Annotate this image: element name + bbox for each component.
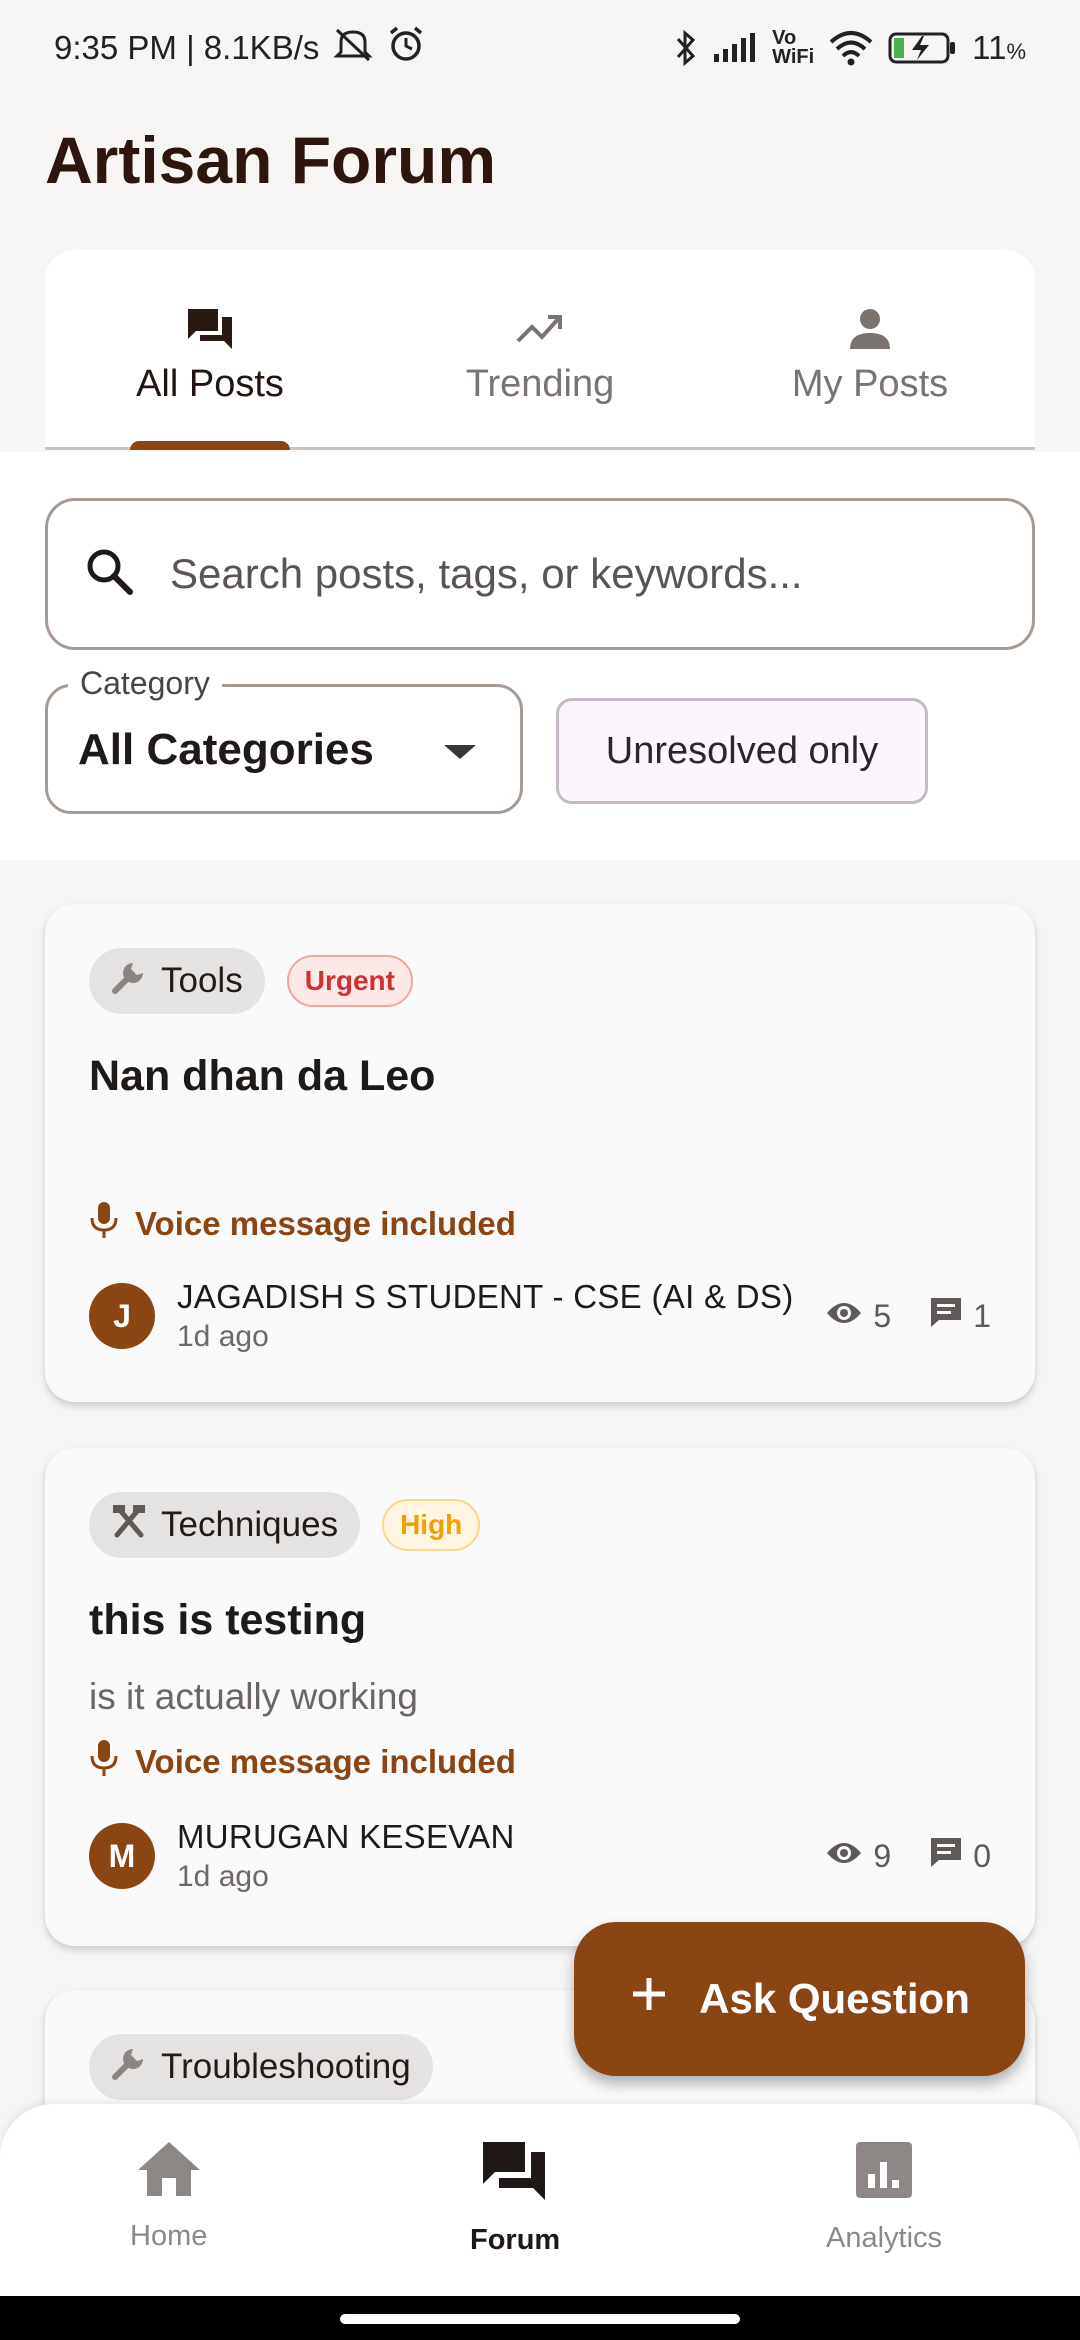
view-count: 5 [873, 1297, 892, 1334]
mic-icon [89, 1738, 119, 1786]
unresolved-only-chip[interactable]: Unresolved only [556, 698, 928, 804]
author-row: M MURUGAN KESEVAN 1d ago 9 0 [89, 1818, 991, 1894]
status-left: 9:35 PM | 8.1KB/s [54, 25, 425, 71]
author-info: MURUGAN KESEVAN 1d ago [177, 1818, 825, 1894]
voice-note: Voice message included [89, 1200, 516, 1248]
dropdown-arrow-icon [444, 745, 476, 759]
tab-all-posts[interactable]: All Posts [45, 250, 375, 450]
comment-count: 0 [973, 1837, 991, 1874]
plus-icon [629, 1974, 669, 2024]
bluetooth-icon [674, 28, 698, 68]
wrench-icon [109, 2043, 149, 2092]
home-indicator[interactable] [340, 2314, 740, 2324]
ask-question-label: Ask Question [699, 1975, 970, 2022]
post-card[interactable]: Techniques High this is testing is it ac… [45, 1448, 1035, 1946]
post-stats: 9 0 [825, 1836, 991, 1876]
voice-note-label: Voice message included [135, 1743, 516, 1780]
category-label: Category [68, 665, 222, 702]
nav-forum[interactable]: Forum [470, 2140, 560, 2257]
category-dropdown[interactable]: Category All Categories [45, 665, 523, 814]
category-chip: Tools [89, 948, 265, 1014]
post-title: Nan dhan da Leo [89, 1052, 436, 1100]
ask-question-button[interactable]: Ask Question [574, 1922, 1025, 2076]
view-count: 9 [873, 1837, 892, 1874]
post-tags: Troubleshooting [89, 2034, 433, 2100]
category-chip: Troubleshooting [89, 2034, 433, 2100]
avatar: J [89, 1283, 155, 1349]
post-time: 1d ago [177, 1860, 269, 1893]
priority-badge: High [382, 1499, 481, 1551]
search-placeholder: Search posts, tags, or keywords... [170, 550, 803, 597]
wifi-icon [828, 30, 874, 66]
category-chip-label: Troubleshooting [161, 2047, 411, 2086]
eye-icon [825, 1838, 863, 1875]
comment-icon [929, 1836, 963, 1876]
eye-icon [825, 1298, 863, 1335]
author-row: J JAGADISH S STUDENT - CSE (AI & DS) 1d … [89, 1278, 991, 1354]
author-name: JAGADISH S STUDENT - CSE (AI & DS) [177, 1278, 794, 1315]
trending-up-icon [514, 305, 566, 353]
page-title: Artisan Forum [45, 123, 497, 197]
post-stats: 5 1 [825, 1296, 991, 1336]
mute-icon [333, 26, 373, 70]
home-icon [136, 2140, 202, 2206]
category-value: All Categories [78, 725, 374, 774]
category-chip-label: Tools [161, 961, 243, 1000]
active-tab-indicator [130, 441, 290, 450]
nav-analytics[interactable]: Analytics [826, 2140, 942, 2255]
nav-label: Forum [470, 2224, 561, 2256]
voice-note-label: Voice message included [135, 1205, 516, 1242]
category-chip: Techniques [89, 1492, 361, 1558]
vowifi-icon: Vo WiFi [772, 27, 815, 68]
hammer-pick-icon [109, 1501, 149, 1550]
wrench-icon [109, 957, 149, 1006]
nav-label: Home [130, 2220, 208, 2252]
bottom-nav: Home Forum Analytics [0, 2104, 1080, 2296]
voice-note: Voice message included [89, 1738, 516, 1786]
tab-label: All Posts [136, 363, 284, 405]
time-and-speed: 9:35 PM | 8.1KB/s [54, 29, 320, 66]
category-chip-label: Techniques [161, 1505, 339, 1544]
nav-home[interactable]: Home [130, 2140, 207, 2253]
post-time: 1d ago [177, 1320, 269, 1353]
alarm-icon [387, 25, 425, 71]
search-input[interactable]: Search posts, tags, or keywords... [45, 498, 1035, 650]
analytics-icon [854, 2140, 914, 2208]
battery-icon [888, 30, 958, 66]
filter-panel: Search posts, tags, or keywords... Categ… [0, 452, 1080, 860]
forum-icon [184, 305, 236, 353]
post-body: is it actually working [89, 1676, 419, 1717]
battery-level: 11 % [972, 29, 1026, 66]
tab-trending[interactable]: Trending [375, 250, 705, 447]
status-right: Vo WiFi 11 % [674, 28, 1026, 68]
forum-icon [481, 2140, 549, 2210]
comment-count: 1 [973, 1297, 991, 1334]
avatar: M [89, 1823, 155, 1889]
post-tags: Tools Urgent [89, 948, 413, 1014]
post-tags: Techniques High [89, 1492, 481, 1558]
priority-badge: Urgent [286, 955, 413, 1007]
tab-bar: All Posts Trending My Posts [45, 250, 1035, 450]
search-icon [84, 546, 136, 603]
author-name: MURUGAN KESEVAN [177, 1818, 515, 1855]
tab-my-posts[interactable]: My Posts [705, 250, 1035, 447]
author-info: JAGADISH S STUDENT - CSE (AI & DS) 1d ag… [177, 1278, 825, 1354]
comment-icon [929, 1296, 963, 1336]
tab-label: Trending [465, 363, 615, 405]
mic-icon [89, 1200, 119, 1248]
post-title: this is testing [89, 1596, 367, 1644]
tab-label: My Posts [791, 363, 949, 405]
signal-icon [712, 32, 758, 64]
status-bar: 9:35 PM | 8.1KB/s Vo WiFi 11 % [0, 0, 1080, 96]
nav-label: Analytics [826, 2222, 943, 2254]
person-icon [844, 305, 896, 353]
post-card[interactable]: Tools Urgent Nan dhan da Leo Voice messa… [45, 904, 1035, 1402]
